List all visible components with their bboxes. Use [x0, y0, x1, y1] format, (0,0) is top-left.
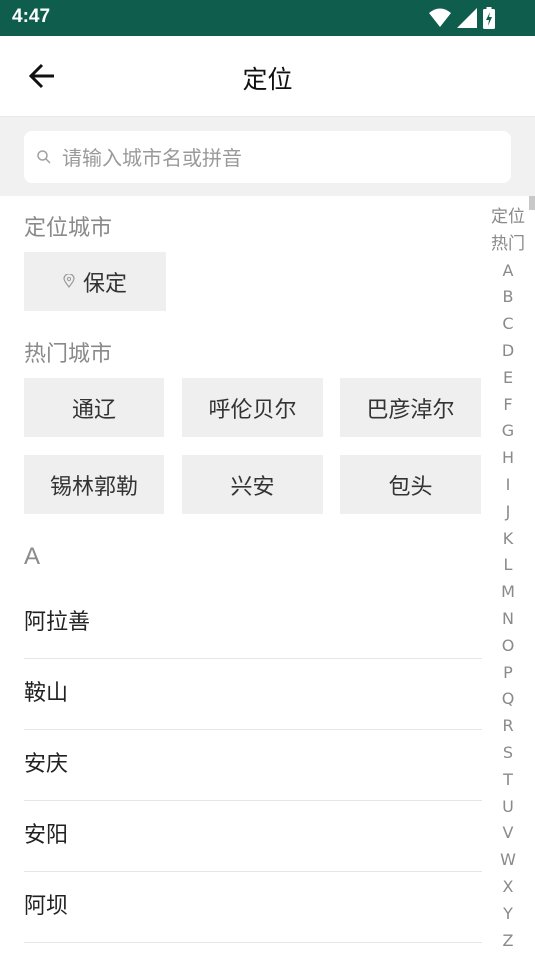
- signal-icon: [457, 8, 477, 28]
- index-item[interactable]: Z: [503, 928, 514, 954]
- hot-city-chip[interactable]: 巴彦淖尔: [340, 378, 481, 437]
- hot-section-title: 热门城市: [24, 342, 113, 367]
- index-item[interactable]: H: [502, 445, 514, 472]
- city-list-item[interactable]: 鞍山: [24, 658, 482, 730]
- hot-city-label: 兴安: [230, 474, 275, 500]
- search-box[interactable]: [24, 131, 511, 185]
- index-item[interactable]: 定位: [491, 204, 525, 231]
- index-item[interactable]: C: [502, 311, 513, 338]
- index-item[interactable]: K: [503, 526, 514, 553]
- alphabet-index-bar[interactable]: 定位 热门 A B C D E F G H I J K L M N O P Q R S T U V W X Y Z: [488, 204, 528, 954]
- city-list-item[interactable]: 安阳: [24, 800, 482, 872]
- location-pin-icon: [63, 269, 75, 294]
- index-item[interactable]: O: [502, 633, 515, 660]
- index-item[interactable]: R: [502, 713, 513, 740]
- index-item[interactable]: 热门: [491, 231, 525, 258]
- index-item[interactable]: J: [506, 499, 511, 526]
- hot-city-label: 锡林郭勒: [49, 474, 138, 500]
- index-item[interactable]: I: [506, 472, 511, 499]
- index-item[interactable]: W: [500, 847, 516, 874]
- index-item[interactable]: N: [502, 606, 514, 633]
- hot-city-label: 巴彦淖尔: [366, 397, 455, 423]
- index-item[interactable]: G: [502, 418, 514, 445]
- hot-city-label: 通辽: [71, 397, 116, 423]
- index-item[interactable]: Q: [502, 686, 515, 713]
- index-item[interactable]: T: [503, 767, 513, 794]
- hot-city-label: 包头: [388, 474, 433, 500]
- hot-city-chip[interactable]: 兴安: [182, 455, 323, 514]
- index-item[interactable]: Y: [503, 901, 513, 928]
- located-city-chip[interactable]: 保定: [24, 252, 166, 311]
- index-item[interactable]: B: [503, 284, 514, 311]
- hot-city-chip[interactable]: 通辽: [24, 378, 164, 437]
- index-item[interactable]: S: [503, 740, 513, 767]
- index-item[interactable]: U: [502, 794, 514, 821]
- city-list-item[interactable]: 安庆: [24, 729, 482, 801]
- letter-header: A: [24, 543, 41, 570]
- index-item[interactable]: L: [504, 552, 513, 579]
- hot-city-chip[interactable]: 呼伦贝尔: [182, 378, 323, 437]
- hot-city-label: 呼伦贝尔: [208, 397, 297, 423]
- wifi-icon: [429, 8, 451, 28]
- status-bar: 4:47: [0, 0, 535, 36]
- index-item[interactable]: P: [503, 660, 513, 687]
- search-icon: [36, 149, 52, 169]
- search-bar: [0, 117, 535, 196]
- city-list-item[interactable]: 阿坝: [24, 871, 482, 943]
- locate-section-title: 定位城市: [24, 216, 113, 241]
- app-bar: 定位: [0, 36, 535, 117]
- index-item[interactable]: V: [503, 820, 514, 847]
- city-list-item[interactable]: 阿拉善: [24, 587, 482, 659]
- located-city-label: 保定: [82, 271, 127, 297]
- battery-charging-icon: [483, 7, 495, 29]
- status-icons: [429, 7, 495, 29]
- hot-city-chip[interactable]: 锡林郭勒: [24, 455, 164, 514]
- status-time: 4:47: [12, 6, 51, 27]
- search-input[interactable]: [60, 131, 504, 185]
- index-item[interactable]: E: [503, 365, 513, 392]
- page-title: 定位: [242, 65, 293, 94]
- index-item[interactable]: D: [502, 338, 514, 365]
- index-item[interactable]: A: [503, 258, 514, 285]
- scrollbar[interactable]: [529, 196, 535, 210]
- index-item[interactable]: M: [501, 579, 515, 606]
- hot-city-chip[interactable]: 包头: [340, 455, 481, 514]
- index-item[interactable]: F: [503, 392, 512, 419]
- index-item[interactable]: X: [503, 874, 514, 901]
